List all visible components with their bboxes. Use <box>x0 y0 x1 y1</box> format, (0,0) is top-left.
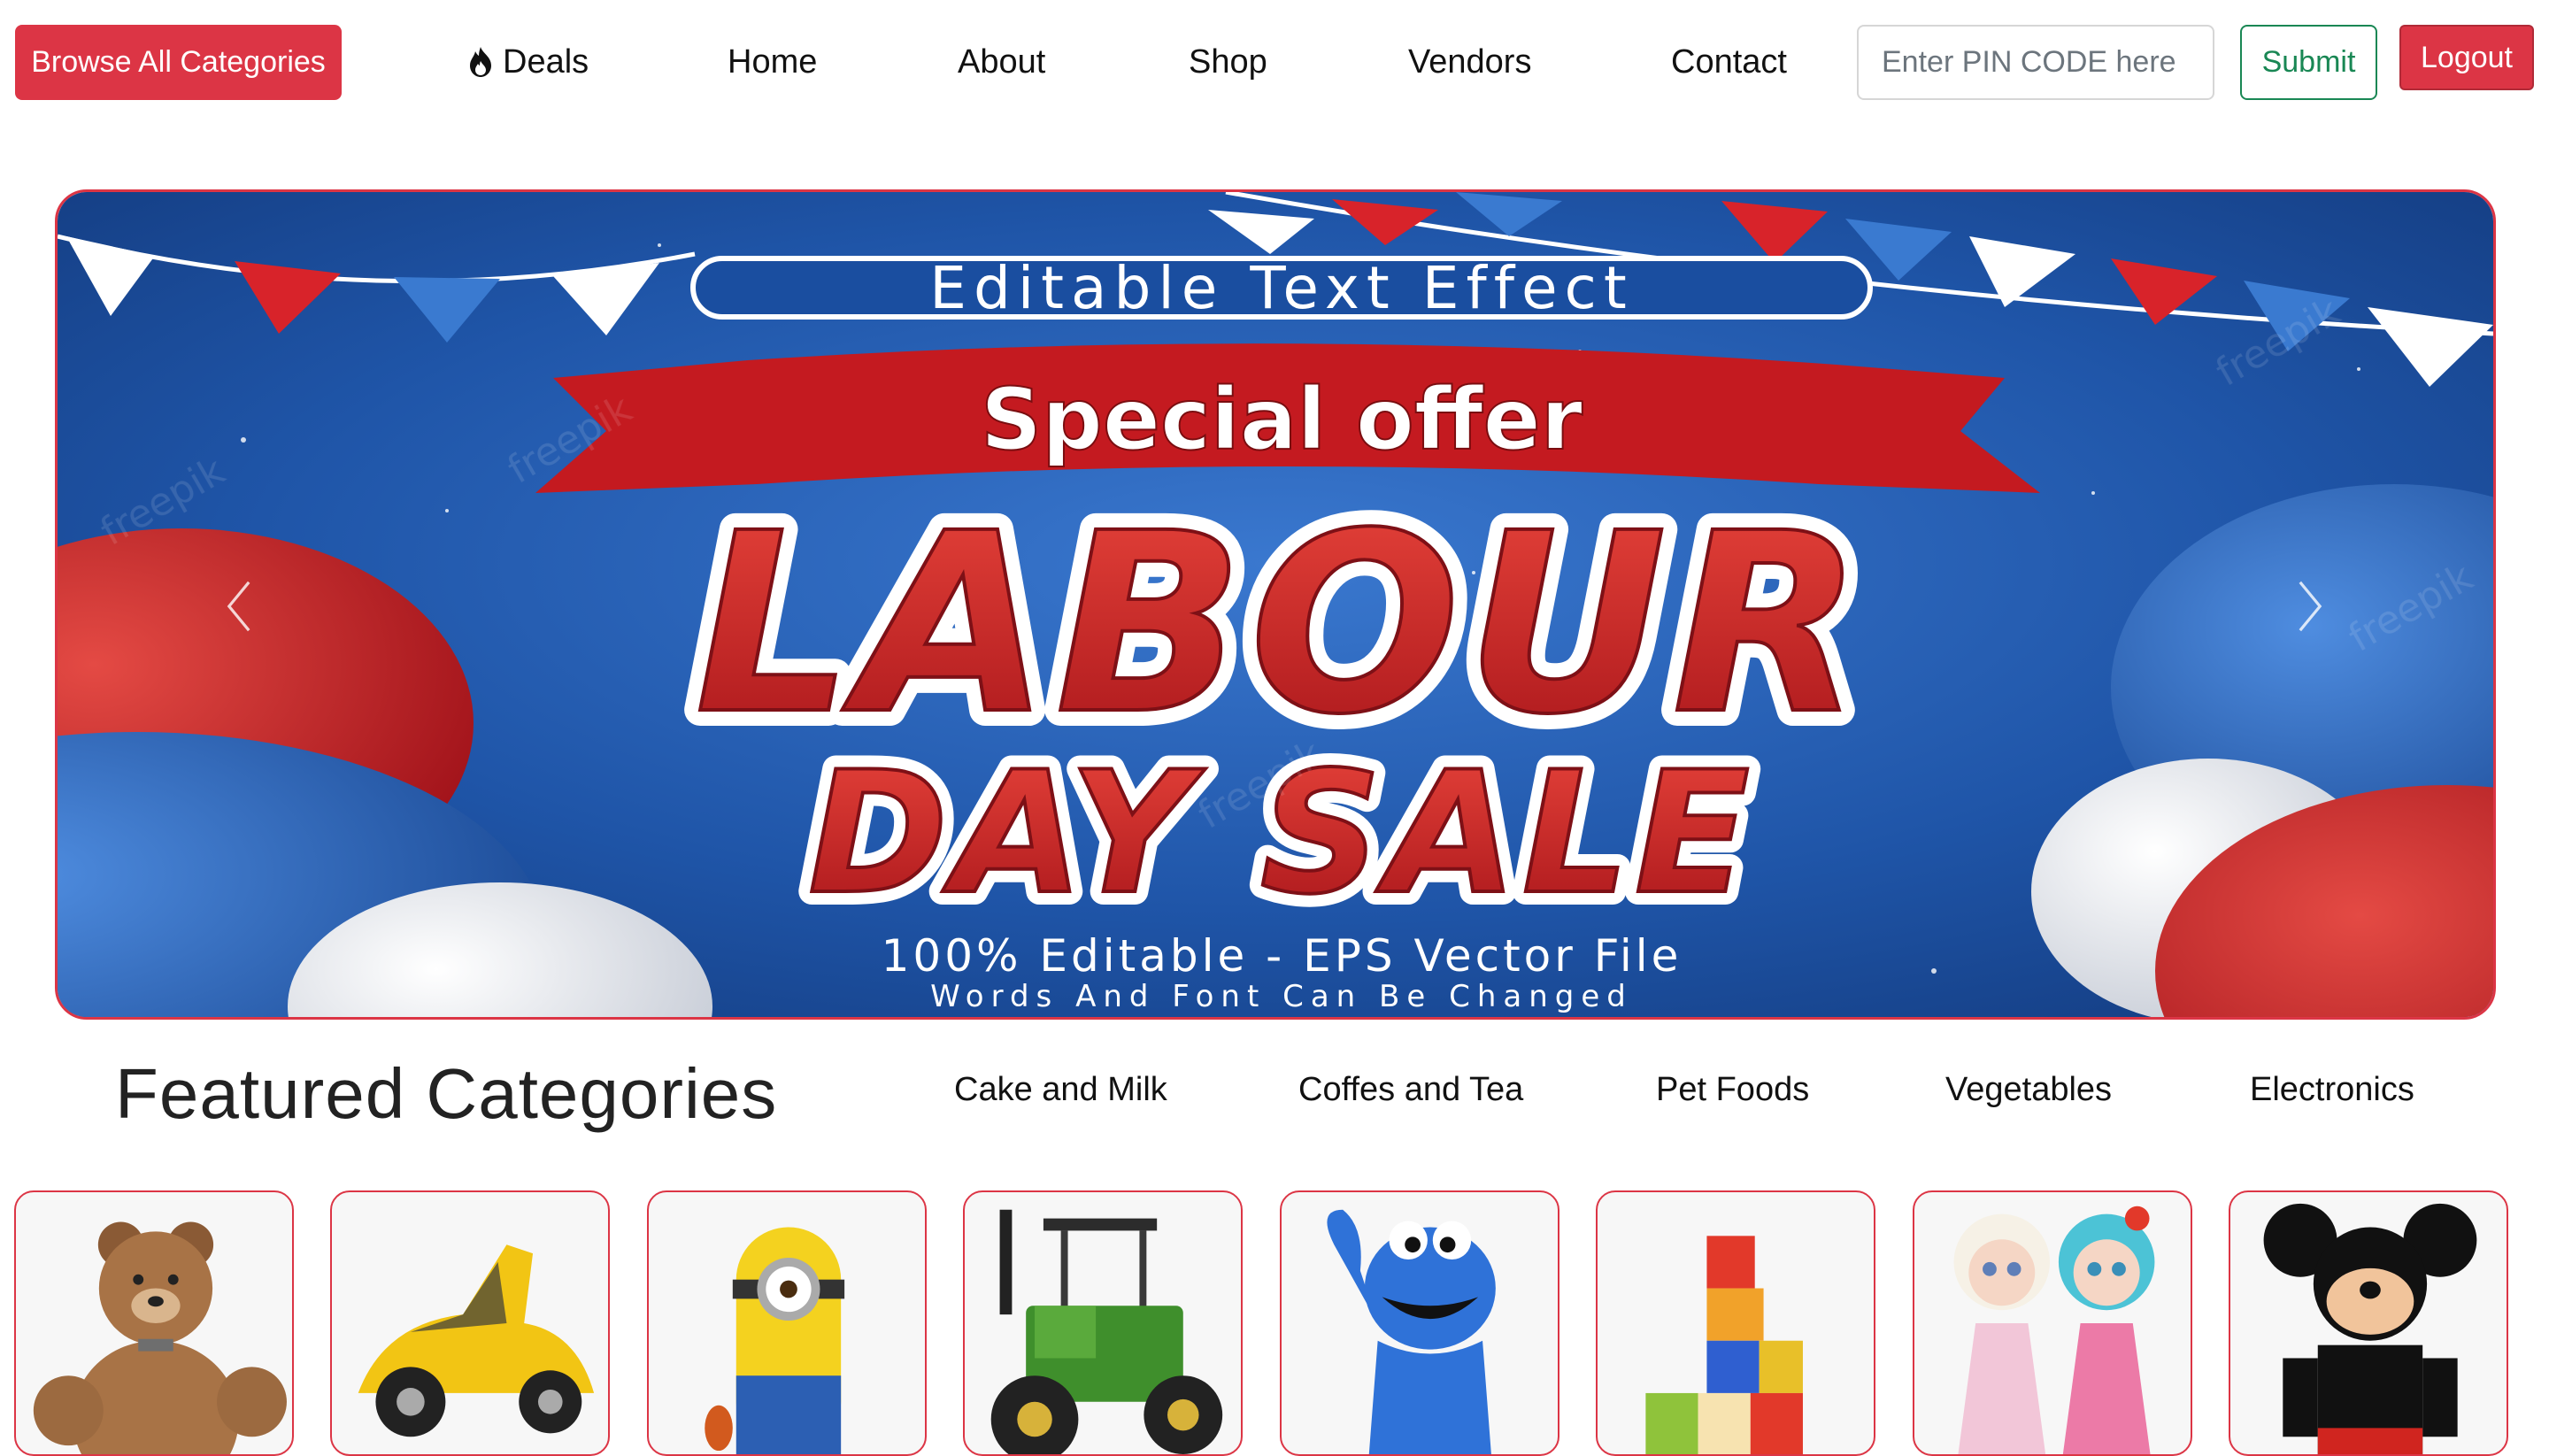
banner-ribbon-text: Special offer <box>981 370 1583 469</box>
banner-image: Editable Text Effect Special offer LABOU… <box>58 192 2493 1017</box>
hero-carousel: Editable Text Effect Special offer LABOU… <box>55 189 2496 1020</box>
banner-footer-line1: 100% Editable - EPS Vector File <box>882 930 1683 982</box>
pin-code-input[interactable] <box>1857 25 2214 100</box>
carousel-next[interactable] <box>2283 566 2337 646</box>
teddy-bear-icon <box>33 1221 287 1454</box>
nav-contact[interactable]: Contact <box>1671 35 1787 89</box>
category-card[interactable] <box>647 1190 927 1456</box>
category-tab-vegetables[interactable]: Vegetables <box>1945 1071 2112 1109</box>
nav-vendors[interactable]: Vendors <box>1408 35 1531 89</box>
nav-shop[interactable]: Shop <box>1189 35 1267 89</box>
category-card[interactable] <box>1596 1190 1875 1456</box>
carousel-prev[interactable] <box>212 566 266 646</box>
toy-tractor-icon <box>990 1209 1223 1454</box>
chevron-right-icon <box>2299 581 2322 632</box>
abc-blocks-icon <box>1645 1236 1803 1454</box>
category-card[interactable] <box>330 1190 610 1456</box>
category-tab-coffee-tea[interactable]: Coffes and Tea <box>1298 1071 1523 1109</box>
minion-toy-icon <box>705 1227 845 1454</box>
category-tab-electronics[interactable]: Electronics <box>2250 1071 2414 1109</box>
nav-deals[interactable]: Deals <box>467 35 589 89</box>
banner-top-text: Editable Text Effect <box>929 254 1633 322</box>
chevron-left-icon <box>227 581 250 632</box>
category-card[interactable] <box>1280 1190 1559 1456</box>
logout-button[interactable]: Logout <box>2399 25 2534 90</box>
dolls-icon <box>1953 1206 2155 1454</box>
cookie-monster-toy-icon <box>1327 1209 1496 1454</box>
category-tab-pet-foods[interactable]: Pet Foods <box>1656 1071 1809 1109</box>
browse-categories-button[interactable]: Browse All Categories <box>15 25 342 100</box>
category-tab-cake-milk[interactable]: Cake and Milk <box>954 1071 1167 1109</box>
nav-home[interactable]: Home <box>728 35 817 89</box>
mickey-toy-icon <box>2263 1203 2477 1454</box>
nav-about[interactable]: About <box>958 35 1045 89</box>
category-card[interactable] <box>963 1190 1243 1456</box>
category-card[interactable] <box>14 1190 294 1456</box>
nav-deals-label: Deals <box>503 42 589 81</box>
submit-button[interactable]: Submit <box>2240 25 2377 100</box>
category-card[interactable] <box>1913 1190 2192 1456</box>
featured-categories-title: Featured Categories <box>115 1054 778 1133</box>
toy-car-icon <box>358 1244 595 1437</box>
flame-icon <box>467 46 494 78</box>
category-card[interactable] <box>2229 1190 2508 1456</box>
banner-footer-line2: Words And Font Can Be Changed <box>930 979 1633 1014</box>
banner-line1-text: LABOUR <box>695 481 1868 769</box>
